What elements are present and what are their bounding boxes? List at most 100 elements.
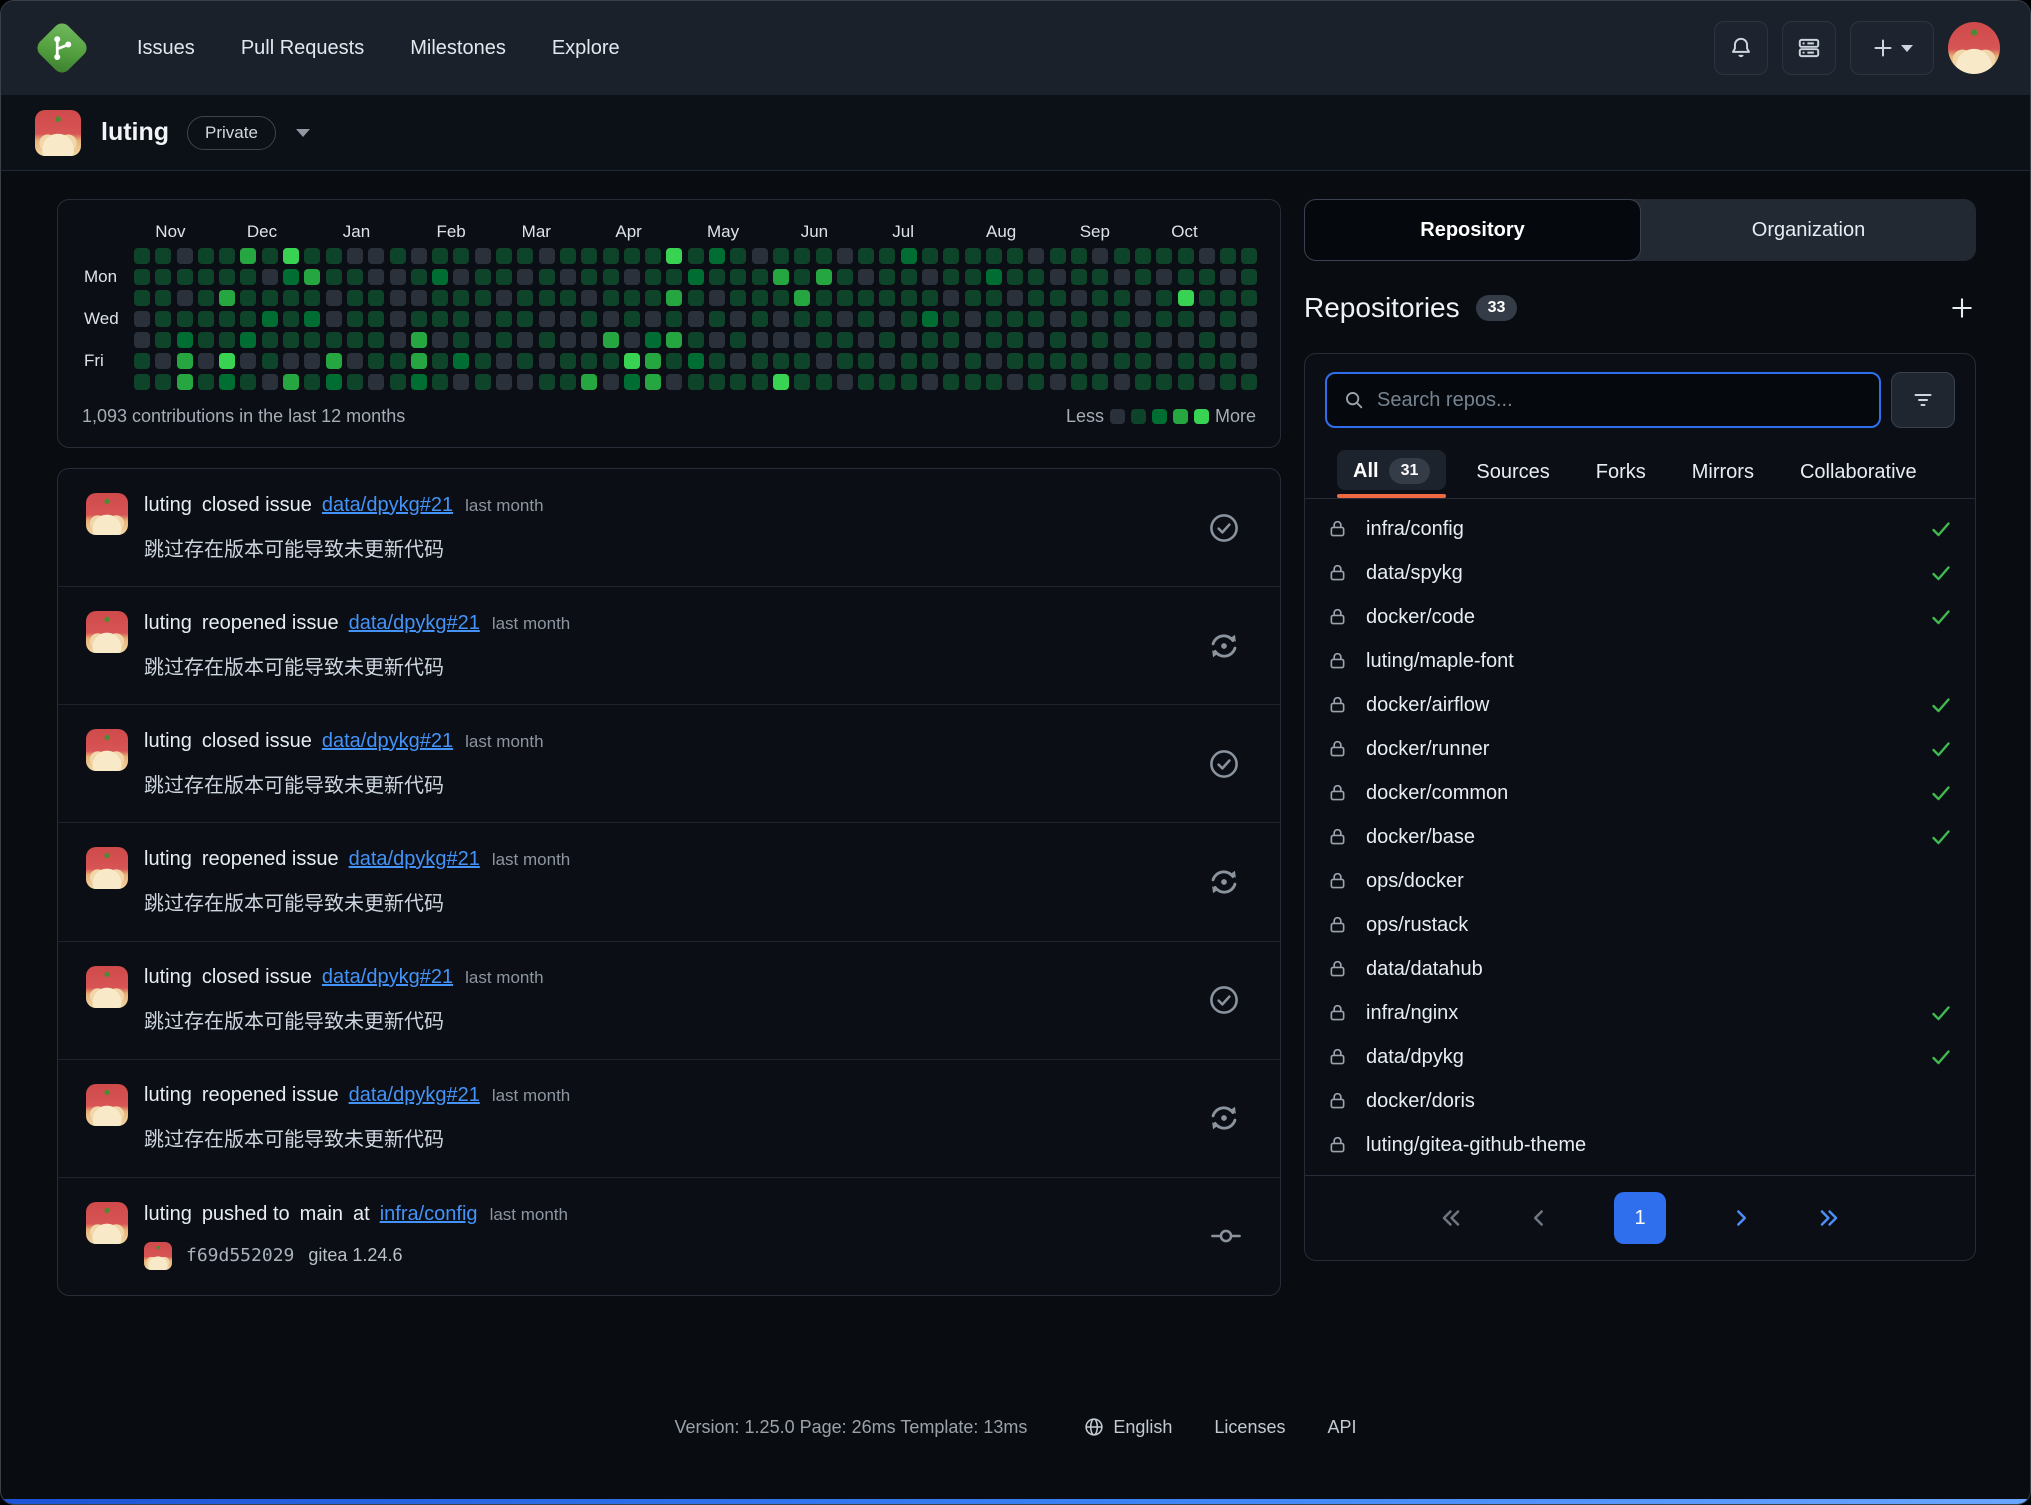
filter-tab-sources[interactable]: Sources: [1472, 451, 1553, 498]
filter-tab-all[interactable]: All31: [1349, 448, 1434, 498]
nav-item-pull-requests[interactable]: Pull Requests: [241, 37, 364, 60]
heatmap-cell: [1050, 353, 1066, 369]
repo-row[interactable]: data/dpykg: [1305, 1035, 1975, 1079]
licenses-link[interactable]: Licenses: [1214, 1417, 1285, 1438]
repo-row[interactable]: ops/docker: [1305, 859, 1975, 903]
repo-row[interactable]: infra/config: [1305, 507, 1975, 551]
heatmap-cell: [177, 332, 193, 348]
feed-body-text: 跳过存在版本可能导致未更新代码: [144, 887, 1206, 916]
gitea-logo-icon[interactable]: [31, 17, 93, 79]
feed-target-link[interactable]: data/dpykg#21: [349, 1084, 480, 1106]
repo-row[interactable]: data/datahub: [1305, 947, 1975, 991]
pager-last-button[interactable]: [1816, 1205, 1842, 1231]
check-icon: [1929, 561, 1953, 585]
heatmap-cell: [453, 374, 469, 390]
admin-panel-button[interactable]: [1782, 21, 1836, 75]
repo-row[interactable]: infra/nginx: [1305, 991, 1975, 1035]
avatar[interactable]: [86, 1084, 128, 1126]
pager-page-1-button[interactable]: 1: [1614, 1192, 1666, 1244]
feed-user-link[interactable]: luting: [144, 1203, 192, 1225]
heatmap-cell: [496, 353, 512, 369]
feed-target-link[interactable]: data/dpykg#21: [322, 494, 453, 516]
repo-row[interactable]: luting/maple-font: [1305, 639, 1975, 683]
repo-filter-button[interactable]: [1891, 372, 1955, 428]
repo-row[interactable]: ops/rustack: [1305, 903, 1975, 947]
nav-item-milestones[interactable]: Milestones: [410, 37, 506, 60]
feed-user-link[interactable]: luting: [144, 848, 192, 870]
notifications-button[interactable]: [1714, 21, 1768, 75]
filter-tab-forks[interactable]: Forks: [1592, 451, 1650, 498]
avatar[interactable]: [86, 611, 128, 653]
heatmap-cell: [1178, 290, 1194, 306]
filter-tab-collaborative[interactable]: Collaborative: [1796, 451, 1921, 498]
repositories-count-badge: 33: [1476, 295, 1518, 321]
heatmap-cell: [1071, 353, 1087, 369]
avatar[interactable]: [144, 1242, 172, 1270]
repo-row[interactable]: docker/common: [1305, 771, 1975, 815]
api-link[interactable]: API: [1327, 1417, 1356, 1438]
heatmap-cell: [326, 248, 342, 264]
heatmap-cell: [262, 290, 278, 306]
repo-row[interactable]: docker/doris: [1305, 1079, 1975, 1123]
heatmap-cell: [730, 311, 746, 327]
heatmap-cell: [134, 353, 150, 369]
heatmap-cell: [688, 248, 704, 264]
feed-title: lutingclosed issuedata/dpykg#21last mont…: [144, 966, 1206, 989]
filter-tab-label: All: [1353, 460, 1379, 483]
avatar[interactable]: [86, 847, 128, 889]
avatar[interactable]: [86, 966, 128, 1008]
heatmap-cell: [901, 248, 917, 264]
heatmap-cell: [496, 248, 512, 264]
profile-avatar[interactable]: [35, 110, 81, 156]
profile-username[interactable]: luting: [101, 118, 169, 147]
heatmap-cell: [1135, 332, 1151, 348]
avatar[interactable]: [86, 1202, 128, 1244]
repo-row[interactable]: docker/base: [1305, 815, 1975, 859]
create-new-button[interactable]: [1850, 21, 1934, 75]
heatmap-cell: [475, 311, 491, 327]
chevron-down-icon[interactable]: [296, 129, 310, 137]
repo-row[interactable]: data/spykg: [1305, 551, 1975, 595]
avatar[interactable]: [86, 729, 128, 771]
heatmap-cell: [560, 374, 576, 390]
contribution-heatmap-panel: NovDecJanFebMarAprMayJunJulAugSepOct Mon…: [57, 199, 1281, 448]
user-avatar[interactable]: [1948, 22, 2000, 74]
language-selector[interactable]: English: [1083, 1416, 1172, 1438]
heatmap-cell: [879, 269, 895, 285]
heatmap-cell: [624, 374, 640, 390]
heatmap-cell: [965, 353, 981, 369]
heatmap-cell: [155, 311, 171, 327]
feed-target-link[interactable]: infra/config: [380, 1203, 478, 1225]
feed-user-link[interactable]: luting: [144, 966, 192, 988]
feed-user-link[interactable]: luting: [144, 730, 192, 752]
feed-body-text: 跳过存在版本可能导致未更新代码: [144, 1123, 1206, 1152]
lock-icon: [1327, 957, 1348, 981]
repo-row[interactable]: docker/code: [1305, 595, 1975, 639]
avatar[interactable]: [86, 493, 128, 535]
heatmap-cell: [965, 269, 981, 285]
feed-user-link[interactable]: luting: [144, 1084, 192, 1106]
feed-user-link[interactable]: luting: [144, 612, 192, 634]
repo-row[interactable]: docker/runner: [1305, 727, 1975, 771]
feed-user-link[interactable]: luting: [144, 494, 192, 516]
pager-next-button[interactable]: [1728, 1205, 1754, 1231]
add-repository-button[interactable]: [1948, 294, 1976, 322]
heatmap-cell: [1050, 269, 1066, 285]
repo-search-input[interactable]: [1377, 389, 1863, 412]
repo-row[interactable]: luting/gitea-github-theme: [1305, 1123, 1975, 1167]
feed-target-link[interactable]: data/dpykg#21: [349, 612, 480, 634]
repo-row[interactable]: docker/airflow: [1305, 683, 1975, 727]
tab-repository[interactable]: Repository: [1304, 199, 1641, 261]
feed-target-link[interactable]: data/dpykg#21: [349, 848, 480, 870]
tab-organization[interactable]: Organization: [1641, 199, 1976, 261]
heatmap-cell: [709, 290, 725, 306]
nav-item-explore[interactable]: Explore: [552, 37, 620, 60]
feed-body-text: 跳过存在版本可能导致未更新代码: [144, 533, 1206, 562]
filter-tab-mirrors[interactable]: Mirrors: [1688, 451, 1758, 498]
feed-target-link[interactable]: data/dpykg#21: [322, 730, 453, 752]
commit-hash-link[interactable]: f69d552029: [186, 1245, 294, 1266]
heatmap-cell: [262, 269, 278, 285]
heatmap-cell: [773, 290, 789, 306]
feed-target-link[interactable]: data/dpykg#21: [322, 966, 453, 988]
nav-item-issues[interactable]: Issues: [137, 37, 195, 60]
